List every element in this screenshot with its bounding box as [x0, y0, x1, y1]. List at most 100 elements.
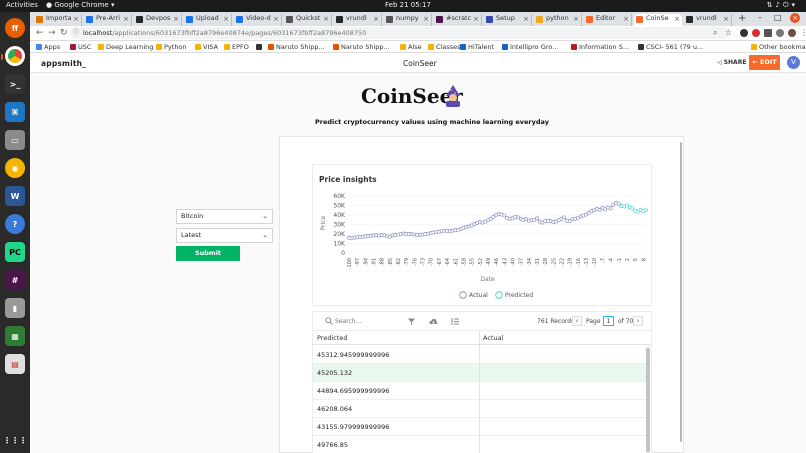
next-page-button[interactable]: ›: [633, 316, 643, 326]
page-number-input[interactable]: 1: [603, 316, 614, 326]
close-tab-icon[interactable]: ×: [423, 15, 429, 23]
calendar-icon[interactable]: ▤: [5, 354, 25, 374]
close-tab-icon[interactable]: ×: [623, 15, 629, 23]
close-tab-icon[interactable]: ×: [173, 15, 179, 23]
table-scrollbar[interactable]: [646, 346, 650, 453]
filter-icon[interactable]: [407, 317, 416, 326]
profile-avatar-icon[interactable]: [788, 29, 796, 37]
bookmark-item[interactable]: Classes: [428, 43, 461, 51]
period-select[interactable]: Latest ⌄: [176, 228, 273, 243]
back-icon[interactable]: ←: [36, 28, 44, 38]
bookmark-item[interactable]: Intellipro Gro...: [502, 43, 558, 51]
close-tab-icon[interactable]: ×: [223, 15, 229, 23]
table-scroll-thumb[interactable]: [646, 348, 650, 452]
submit-button[interactable]: Submit: [176, 246, 240, 261]
close-tab-icon[interactable]: ×: [573, 15, 579, 23]
coin-select[interactable]: Bitcoin ⌄: [176, 209, 273, 224]
pycharm-icon[interactable]: PC: [5, 242, 25, 262]
data-point-actual[interactable]: [608, 206, 613, 211]
help-icon[interactable]: ?: [5, 214, 25, 234]
slack-icon[interactable]: #: [5, 270, 25, 290]
browser-tab[interactable]: #scratc ×: [434, 14, 482, 26]
browser-tab[interactable]: Editor ×: [584, 14, 632, 26]
firefox-icon[interactable]: ff: [5, 18, 25, 38]
bookmark-item[interactable]: Alse: [400, 43, 422, 51]
browser-tab[interactable]: Devpos ×: [134, 14, 182, 26]
media-icon[interactable]: [776, 29, 784, 37]
close-tab-icon[interactable]: ×: [473, 15, 479, 23]
browser-tab[interactable]: Pre-Arri ×: [84, 14, 132, 26]
window-close-icon[interactable]: ×: [790, 13, 800, 23]
url-field[interactable]: ⓘ localhost/applications/6031673fbff2a87…: [70, 27, 730, 39]
data-point-actual[interactable]: [616, 201, 621, 206]
extension-icon[interactable]: [752, 29, 760, 37]
extensions-puzzle-icon[interactable]: [764, 29, 772, 37]
legend-marker-actual[interactable]: [459, 291, 467, 299]
forward-icon[interactable]: →: [48, 28, 56, 38]
extension-icon[interactable]: [740, 29, 748, 37]
column-header-actual[interactable]: Actual: [483, 334, 503, 342]
maximize-icon[interactable]: □: [774, 13, 782, 22]
close-tab-icon[interactable]: ×: [323, 15, 329, 23]
bookmark-item[interactable]: HiTalent: [460, 43, 494, 51]
terminal-icon[interactable]: >_: [5, 74, 25, 94]
appsmith-logo[interactable]: appsmith_: [41, 59, 86, 68]
edit-button[interactable]: ← EDIT: [749, 55, 780, 70]
download-cloud-icon[interactable]: [429, 317, 438, 326]
site-info-icon[interactable]: ⓘ: [73, 27, 79, 39]
bookmark-item[interactable]: USC: [70, 43, 91, 51]
browser-tab[interactable]: Setup ×: [484, 14, 532, 26]
data-point-actual[interactable]: [535, 216, 539, 221]
browser-tab[interactable]: Quickst ×: [284, 14, 332, 26]
bookmark-item[interactable]: EPFO: [224, 43, 249, 51]
bookmark-item[interactable]: Apps: [36, 43, 60, 51]
container-scrollbar[interactable]: [679, 139, 683, 452]
system-tray[interactable]: ⇅♪⏻▾: [767, 1, 798, 10]
files-icon[interactable]: ▭: [5, 130, 25, 150]
bookmark-item[interactable]: CSCI- 561 (79 u...: [638, 43, 703, 51]
table-search-input[interactable]: [335, 317, 409, 326]
close-tab-icon[interactable]: ×: [373, 15, 379, 23]
legend-marker-predicted[interactable]: [495, 291, 503, 299]
browser-tab[interactable]: Upload ×: [184, 14, 232, 26]
clock[interactable]: Feb 21 05:17: [385, 1, 431, 9]
data-point-actual[interactable]: [562, 215, 567, 220]
column-visibility-icon[interactable]: [451, 317, 460, 326]
bookmark-item[interactable]: Python: [156, 43, 187, 51]
data-point-actual[interactable]: [502, 213, 507, 218]
active-app-menu[interactable]: ● Google Chrome ▾: [46, 1, 114, 9]
avatar[interactable]: V: [787, 56, 800, 69]
bookmark-item[interactable]: Naruto Shipp...: [268, 43, 325, 51]
close-tab-icon[interactable]: ×: [73, 15, 79, 23]
vscode-icon[interactable]: ⌘: [5, 102, 25, 122]
minimize-icon[interactable]: –: [758, 13, 762, 22]
browser-tab[interactable]: Video-d ×: [234, 14, 282, 26]
bookmark-item[interactable]: Deep Learning: [98, 43, 153, 51]
browser-tab[interactable]: Importa ×: [34, 14, 82, 26]
activities-button[interactable]: Activities: [6, 1, 38, 9]
bookmark-item[interactable]: Information S...: [571, 43, 629, 51]
chrome-icon[interactable]: [5, 46, 25, 66]
reload-icon[interactable]: ↻: [60, 28, 68, 38]
close-tab-icon[interactable]: ×: [273, 15, 279, 23]
browser-tab[interactable]: python ×: [534, 14, 582, 26]
data-point-predicted[interactable]: [630, 206, 635, 211]
browser-tab[interactable]: CoinSe ×: [634, 14, 682, 26]
prev-page-button[interactable]: ‹: [572, 316, 582, 326]
more-menu-icon[interactable]: ⋮: [800, 28, 806, 37]
close-tab-icon[interactable]: ×: [523, 15, 529, 23]
browser-tab[interactable]: numpy ×: [384, 14, 432, 26]
calc-icon[interactable]: ▦: [5, 326, 25, 346]
data-point-predicted[interactable]: [644, 208, 648, 213]
close-tab-icon[interactable]: ×: [674, 15, 680, 23]
browser-tab[interactable]: vrundl ×: [334, 14, 382, 26]
close-tab-icon[interactable]: ×: [123, 15, 129, 23]
other-bookmarks[interactable]: Other bookmarks: [751, 43, 806, 51]
browser-tab[interactable]: vrundl ×: [684, 14, 732, 26]
bookmark-star-icon[interactable]: ☆: [725, 28, 732, 37]
show-apps-icon[interactable]: ⋮⋮⋮: [3, 430, 27, 450]
close-tab-icon[interactable]: ×: [723, 15, 729, 23]
column-header-predicted[interactable]: Predicted: [317, 334, 348, 342]
bookmark-item[interactable]: VISA: [195, 43, 218, 51]
share-button[interactable]: ◁ SHARE: [717, 59, 746, 66]
